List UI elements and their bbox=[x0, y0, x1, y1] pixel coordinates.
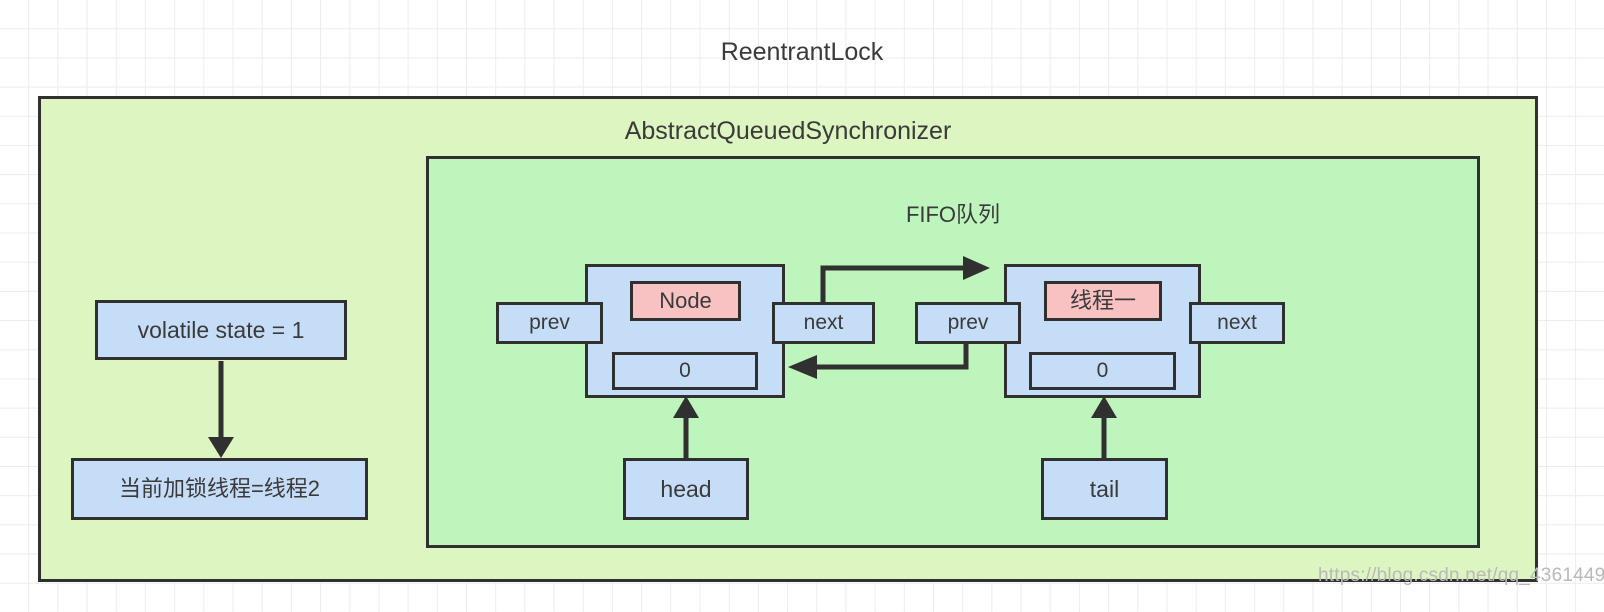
queue-node-1-next: next bbox=[772, 302, 875, 344]
queue-node-1-prev: prev bbox=[496, 302, 603, 344]
abstract-queued-synchronizer-title: AbstractQueuedSynchronizer bbox=[624, 117, 952, 145]
fifo-queue-title: FIFO队列 bbox=[905, 202, 1001, 227]
volatile-state-box: volatile state = 1 bbox=[95, 300, 347, 360]
queue-node-2-prev: prev bbox=[915, 302, 1021, 344]
queue-node-1-label: Node bbox=[630, 281, 741, 321]
diagram-canvas: ReentrantLock AbstractQueuedSynchronizer… bbox=[0, 0, 1604, 612]
source-watermark: https://blog.csdn.net/qq_43614498 bbox=[1318, 565, 1604, 586]
current-locking-thread-box: 当前加锁线程=线程2 bbox=[71, 458, 368, 520]
reentrantlock-title: ReentrantLock bbox=[720, 38, 884, 66]
queue-node-2-waitstatus: 0 bbox=[1029, 352, 1176, 390]
head-pointer-box: head bbox=[623, 458, 749, 520]
queue-node-1-waitstatus: 0 bbox=[612, 352, 758, 390]
queue-node-2-label: 线程一 bbox=[1044, 281, 1162, 321]
tail-pointer-box: tail bbox=[1041, 458, 1168, 520]
queue-node-2-next: next bbox=[1189, 302, 1285, 344]
